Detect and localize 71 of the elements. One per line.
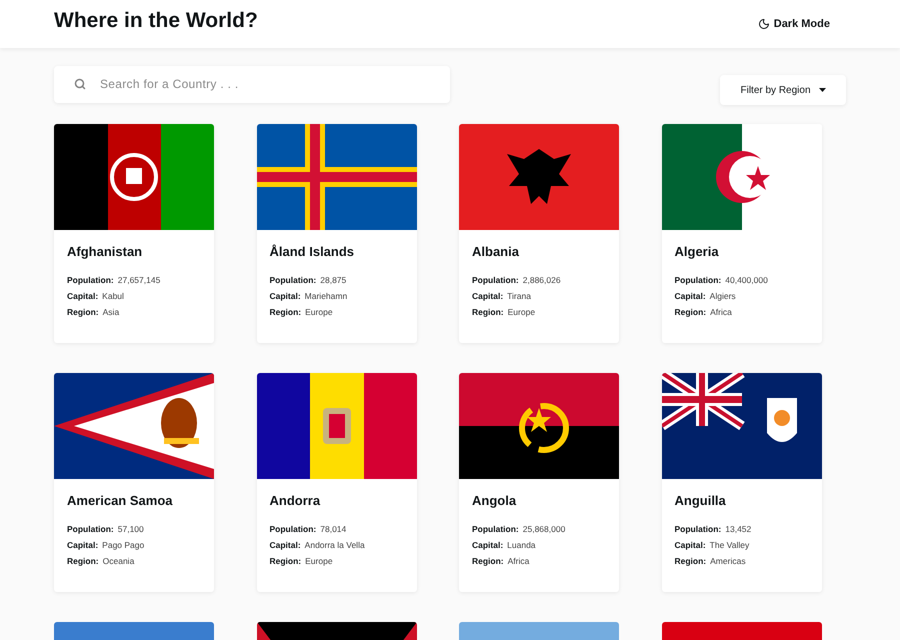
country-name: Andorra [270, 492, 322, 510]
search-field[interactable]: Search for a Country . . . [54, 66, 450, 102]
stat-label: Population: [270, 274, 316, 286]
country-name: American Samoa [67, 492, 174, 510]
moon-icon [758, 18, 770, 30]
stat-value: Andorra la Vella [304, 538, 365, 550]
stat-value: Europe [305, 554, 333, 566]
stat-label: Population: [67, 522, 114, 534]
stat-value: Europe [508, 306, 536, 318]
stat-label: Region: [674, 554, 706, 566]
country-name: Angola [472, 492, 518, 510]
stat-value: Luanda [507, 538, 536, 550]
country-card[interactable]: Anguilla Population: 13,452 Capital: The Valley Region: Americas [662, 373, 822, 592]
stat-value: Asia [102, 306, 120, 318]
country-name: Afghanistan [67, 243, 144, 261]
stat-label: Capital: [674, 538, 706, 550]
stat-label: Capital: [472, 290, 504, 302]
stat-label: Population: [674, 274, 722, 286]
country-name: Anguilla [674, 492, 727, 510]
dark-mode-toggle[interactable]: Dark Mode [758, 16, 830, 32]
stat-value: Europe [305, 306, 333, 318]
stat-value: Africa [710, 306, 732, 318]
stat-label: Region: [270, 306, 302, 318]
stat-label: Capital: [67, 290, 98, 302]
caret-icon [818, 88, 826, 92]
stat-value: Pago Pago [102, 538, 144, 550]
country-card[interactable]: Afghanistan Population: 27,657,145 Capital: Kabul Region: Asia [54, 124, 214, 343]
stat-value: Mariehamn [304, 290, 348, 302]
stat-label: Region: [674, 306, 706, 318]
stat-label: Capital: [674, 290, 706, 302]
page-title: Where in the World? [54, 8, 258, 34]
country-name: Algeria [674, 243, 720, 261]
stat-label: Region: [270, 554, 302, 566]
stat-value: The Valley [710, 538, 750, 550]
country-card[interactable]: Åland Islands Population: 28,875 Capital: Mariehamn Region: Europe [256, 124, 416, 343]
search-icon [74, 78, 86, 90]
country-card[interactable]: Andorra Population: 78,014 Capital: Andorra la Vella Region: Europe [256, 373, 416, 592]
stat-label: Capital: [67, 538, 98, 550]
country-name: Albania [472, 243, 520, 261]
country-card[interactable]: Angola Population: 25,868,000 Capital: Luanda Region: Africa [459, 373, 619, 592]
stat-label: Capital: [270, 290, 301, 302]
stat-value: 27,657,145 [118, 274, 160, 286]
stat-label: Population: [674, 522, 722, 534]
stat-label: Capital: [270, 538, 301, 550]
stat-value: 28,875 [320, 274, 346, 286]
stat-value: 57,100 [118, 522, 144, 534]
stat-value: Kabul [102, 290, 124, 302]
stat-label: Region: [67, 554, 99, 566]
stat-label: Region: [472, 306, 504, 318]
country-name: Åland Islands [270, 243, 356, 261]
stat-label: Region: [67, 306, 99, 318]
stat-value: Algiers [710, 290, 736, 302]
country-card[interactable]: Algeria Population: 40,400,000 Capital: Algiers Region: Africa [662, 124, 822, 343]
stat-value: Oceania [102, 554, 134, 566]
stat-value: Americas [710, 554, 746, 566]
stat-label: Region: [472, 554, 504, 566]
stat-value: 13,452 [725, 522, 752, 534]
stat-label: Population: [270, 522, 316, 534]
stat-value: Tirana [507, 290, 531, 302]
stat-label: Population: [472, 522, 519, 534]
stat-value: 2,886,026 [522, 274, 561, 286]
stat-value: 78,014 [320, 522, 346, 534]
stat-value: Africa [508, 554, 530, 566]
country-card[interactable]: American Samoa Population: 57,100 Capital: Pago Pago Region: Oceania [54, 373, 214, 592]
filter-dropdown[interactable]: Filter by Region [720, 75, 846, 105]
stat-value: 40,400,000 [725, 274, 768, 286]
stat-label: Population: [67, 274, 114, 286]
stat-label: Population: [472, 274, 519, 286]
country-card[interactable]: Albania Population: 2,886,026 Capital: Tirana Region: Europe [459, 124, 619, 343]
stat-value: 25,868,000 [522, 522, 566, 534]
stat-label: Capital: [472, 538, 504, 550]
